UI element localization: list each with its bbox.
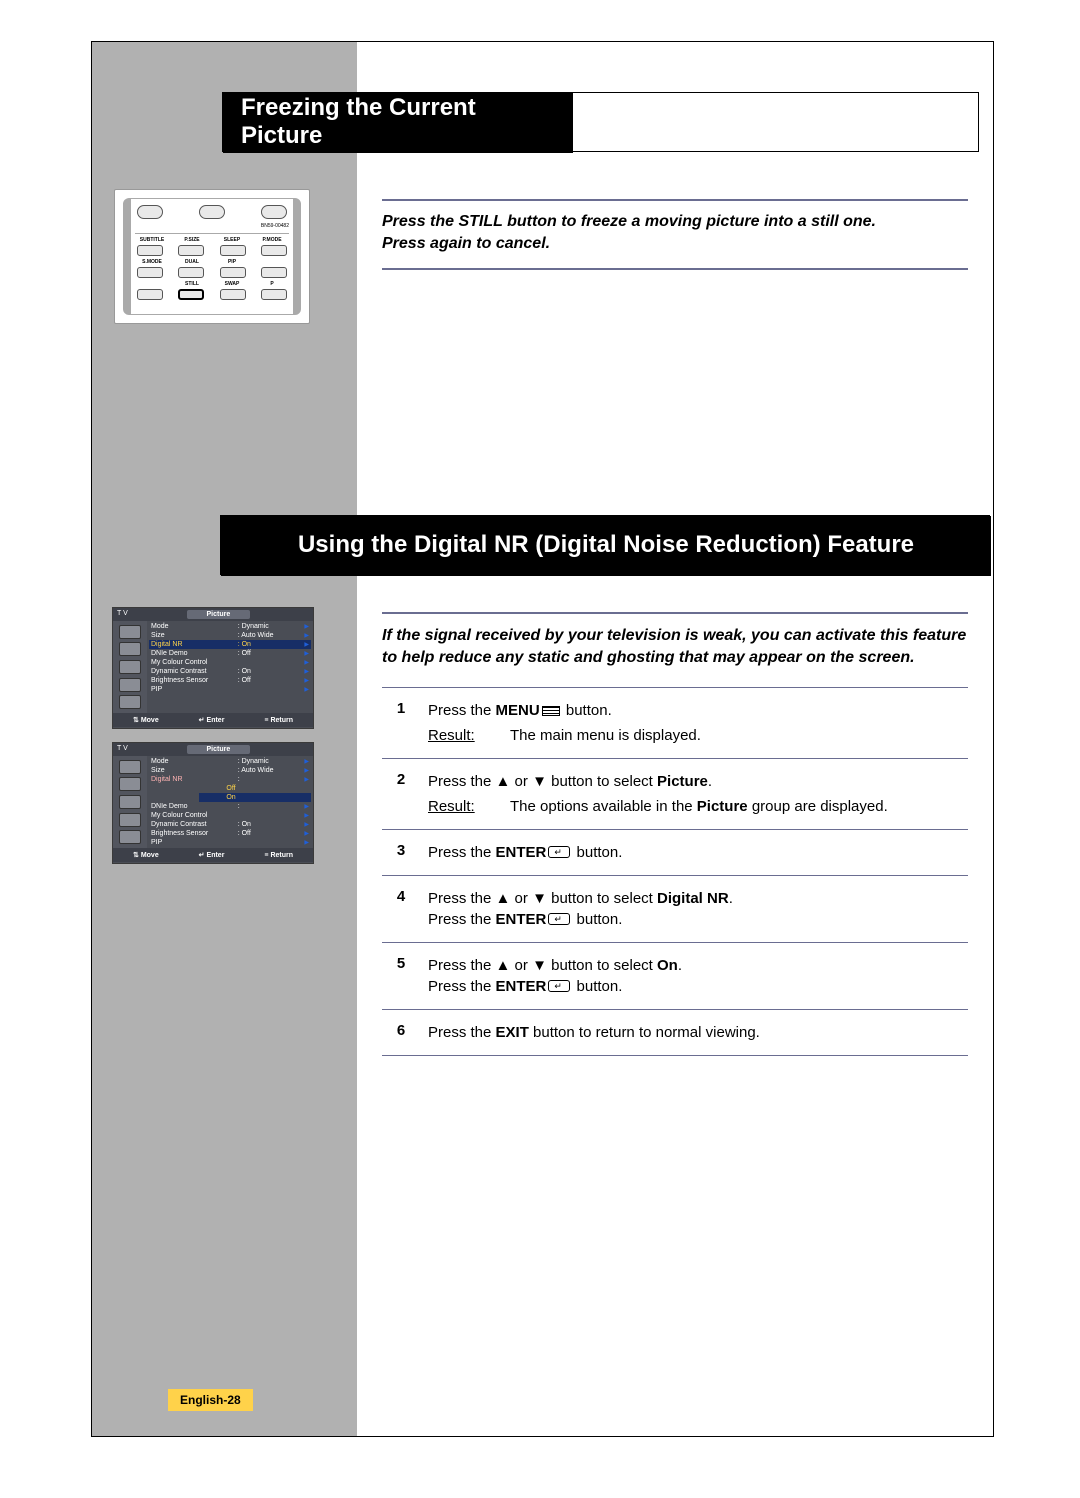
step-row: 3Press the ENTER button. — [382, 829, 968, 875]
step-row: 1Press the MENU button.Result:The main m… — [382, 687, 968, 758]
step-row: 4Press the or button to select Digital N… — [382, 875, 968, 942]
enter-icon — [548, 913, 570, 925]
section2-title: Using the Digital NR (Digital Noise Redu… — [221, 516, 991, 576]
section1-title-box: Freezing the Current Picture — [222, 92, 979, 152]
enter-icon — [548, 980, 570, 992]
content: Freezing the Current Picture BN59-00482 … — [92, 42, 993, 1436]
section1-intro: Press the STILL button to freeze a movin… — [382, 199, 968, 270]
osd2-list: Mode: Dynamic▶Size: Auto Wide▶Digital NR… — [147, 756, 313, 848]
section2-title-box: Using the Digital NR (Digital Noise Redu… — [220, 515, 990, 575]
step-row: 2Press the or button to select Picture.R… — [382, 758, 968, 829]
page: Freezing the Current Picture BN59-00482 … — [0, 0, 1080, 1498]
remote-illustration: BN59-00482 SUBTITLE P.SIZE SLEEP P.MODE … — [114, 189, 310, 324]
steps-list: 1Press the MENU button.Result:The main m… — [382, 687, 968, 1056]
step-row: 6Press the EXIT button to return to norm… — [382, 1009, 968, 1055]
enter-icon — [548, 846, 570, 858]
remote-serial: BN59-00482 — [261, 223, 289, 229]
osd-screenshot-1: T VPicture Mode: Dynamic▶Size: Auto Wide… — [112, 607, 314, 729]
section2-intro: If the signal received by your televisio… — [382, 612, 968, 668]
osd1-list: Mode: Dynamic▶Size: Auto Wide▶Digital NR… — [147, 621, 313, 713]
osd-screenshot-2: T VPicture Mode: Dynamic▶Size: Auto Wide… — [112, 742, 314, 864]
section1-title: Freezing the Current Picture — [223, 93, 573, 153]
menu-icon — [542, 706, 560, 716]
page-number-badge: English-28 — [168, 1389, 253, 1411]
step-row: 5Press the or button to select On.Press … — [382, 942, 968, 1009]
still-button-icon — [178, 289, 204, 300]
